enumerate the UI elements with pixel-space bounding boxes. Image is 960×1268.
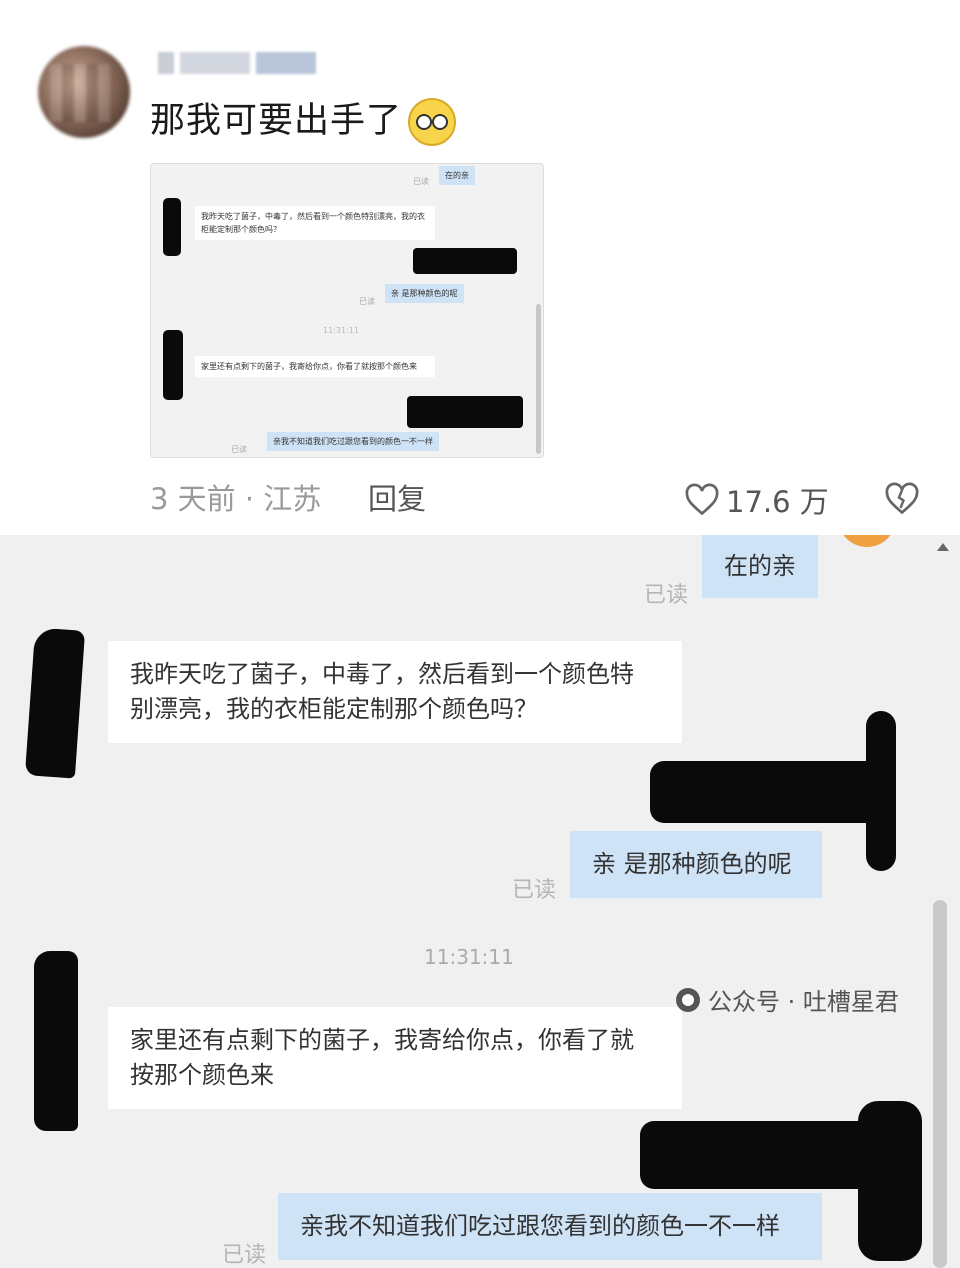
redaction-avatar	[640, 1121, 894, 1189]
thumb-msg3: 家里还有点剩下的菌子，我寄给你点，你看了就按那个颜色来	[195, 356, 435, 377]
redaction-avatar	[34, 951, 78, 1131]
chat-msg-3-line2: 按那个颜色来	[130, 1061, 274, 1089]
thumb-read3: 已读	[231, 445, 247, 454]
read-status: 已读	[222, 1243, 267, 1268]
redaction-avatar	[650, 761, 890, 823]
thumb-redaction	[163, 330, 183, 400]
username-blurred[interactable]	[158, 48, 316, 78]
like-count: 17.6 万	[726, 485, 829, 519]
thumb-redaction	[413, 248, 517, 274]
user-avatar[interactable]	[38, 46, 130, 138]
chat-enlarged: 在的亲 已读 我昨天吃了菌子，中毒了，然后看到一个颜色特 别漂亮，我的衣柜能定制…	[0, 535, 960, 1268]
comment-text-label: 那我可要出手了	[150, 101, 403, 141]
watermark: 公众号 · 吐槽星君	[676, 982, 899, 1017]
dislike-button[interactable]	[884, 482, 920, 520]
chat-msg-1-line1: 我昨天吃了菌子，中毒了，然后看到一个颜色特	[130, 660, 634, 688]
chat-msg-top: 在的亲	[702, 535, 818, 598]
avatar	[838, 535, 896, 547]
chat-msg-3: 家里还有点剩下的菌子，我寄给你点，你看了就 按那个颜色来	[108, 1007, 682, 1109]
thumb-msg-top: 在的亲	[439, 166, 475, 185]
chat-msg-3-line1: 家里还有点剩下的菌子，我寄给你点，你看了就	[130, 1026, 634, 1054]
reply-button[interactable]: 回复	[368, 476, 426, 518]
chat-msg-2: 亲 是那种颜色的呢	[570, 831, 822, 898]
thumb-read2: 已读	[359, 297, 375, 306]
chat-msg-4: 亲我不知道我们吃过跟您看到的颜色一不一样	[278, 1193, 822, 1260]
watermark-text: 公众号 · 吐槽星君	[708, 988, 899, 1016]
chat-screenshot-thumbnail[interactable]: 在的亲 已读 我昨天吃了菌子，中毒了，然后看到一个颜色特别漂亮，我的衣柜能定制那…	[150, 163, 544, 458]
like-button[interactable]: 17.6 万	[684, 479, 829, 521]
thinking-face-icon	[408, 98, 457, 146]
scroll-up-arrow-icon[interactable]	[937, 543, 949, 551]
thumb-msg4: 亲我不知道我们吃过跟您看到的颜色一不一样	[267, 432, 439, 451]
comment-card: 那我可要出手了 在的亲 已读 我昨天吃了菌子，中毒了，然后看到一个颜色特别漂亮，…	[0, 0, 960, 535]
wechat-logo-icon	[676, 987, 700, 1012]
heart-icon	[685, 483, 719, 516]
thumb-scrollbar	[536, 304, 541, 454]
chat-msg-1-line2: 别漂亮，我的衣柜能定制那个颜色吗？	[130, 695, 538, 723]
thumb-read1: 已读	[413, 177, 429, 186]
thumb-time: 11:31:11	[323, 326, 359, 335]
thumb-msg2: 亲 是那种颜色的呢	[385, 284, 464, 303]
chat-scrollbar[interactable]	[933, 900, 947, 1268]
thumb-redaction	[163, 198, 181, 256]
chat-msg-1: 我昨天吃了菌子，中毒了，然后看到一个颜色特 别漂亮，我的衣柜能定制那个颜色吗？	[108, 641, 682, 743]
redaction-avatar	[866, 711, 896, 871]
thumb-redaction	[407, 396, 523, 428]
chat-timestamp: 11:31:11	[424, 945, 514, 969]
thumb-msg1: 我昨天吃了菌子，中毒了，然后看到一个颜色特别漂亮，我的衣柜能定制那个颜色吗？	[195, 206, 435, 240]
redaction-avatar	[24, 627, 86, 779]
comment-text: 那我可要出手了	[150, 92, 457, 146]
broken-heart-icon	[885, 482, 919, 515]
read-status: 已读	[512, 878, 557, 903]
comment-meta: 3 天前 · 江苏	[150, 482, 322, 516]
redaction-avatar	[858, 1101, 922, 1261]
read-status: 已读	[644, 583, 689, 608]
